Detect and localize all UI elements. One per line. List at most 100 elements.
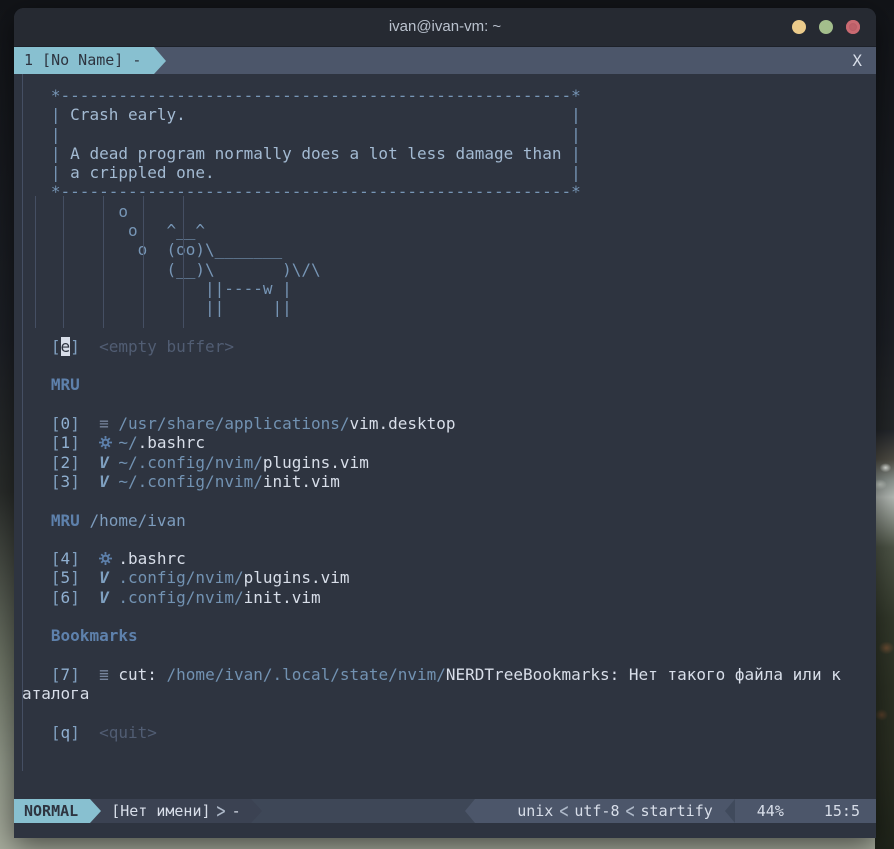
blank — [22, 491, 876, 510]
text-art: | — [51, 163, 61, 182]
chevron-left-icon: < — [553, 794, 574, 829]
text-br: [ — [51, 337, 61, 356]
indent-guide — [183, 196, 184, 328]
entry-0[interactable]: [0] ≡ /usr/share/applications/vim.deskto… — [22, 414, 876, 433]
entry-1[interactable]: [1] ~/.bashrc — [22, 433, 876, 452]
entry-7[interactable]: [7] ≣ cut: /home/ivan/.local/state/nvim/… — [22, 665, 876, 684]
text-br: ] — [70, 453, 80, 472]
text — [80, 665, 99, 684]
modified-flag: - — [232, 802, 241, 820]
text-art: o ^__^ — [128, 221, 205, 240]
text-br: ] — [70, 337, 80, 356]
text — [109, 433, 119, 452]
text — [109, 588, 119, 607]
indent-guide — [22, 74, 23, 771]
entry-4[interactable]: [4] .bashrc — [22, 549, 876, 568]
text — [22, 511, 51, 530]
entry-3[interactable]: [3] V ~/.config/nvim/init.vim — [22, 472, 876, 491]
cow-art-line: o — [22, 202, 876, 221]
text-cursor: e — [61, 337, 71, 356]
maximize-button[interactable] — [819, 20, 833, 34]
powerline-arrow — [725, 799, 735, 823]
text — [22, 260, 167, 279]
text-hdr: MRU — [51, 375, 80, 394]
fortune-box-top: *---------------------------------------… — [22, 86, 876, 105]
text-hdr: MRU — [51, 511, 80, 530]
chevron-left-icon: < — [620, 794, 641, 829]
blank — [22, 704, 876, 723]
text-br: [ — [51, 453, 61, 472]
text-idx: 3 — [61, 472, 71, 491]
text-idx: 5 — [61, 568, 71, 587]
text-fn: vim.desktop — [350, 414, 456, 433]
text-art: | — [51, 144, 61, 163]
minimize-button[interactable] — [792, 20, 806, 34]
cow-art-line: (__)\ )\/\ — [22, 260, 876, 279]
mru-header: MRU — [22, 375, 876, 394]
mru-home-header: MRU /home/ivan — [22, 511, 876, 530]
text — [22, 665, 51, 684]
text-art: ||----w | — [205, 279, 292, 298]
filename-segment: [Нет имени]>- — [101, 799, 250, 823]
text — [22, 105, 51, 124]
text — [109, 665, 119, 684]
text-idx: 1 — [61, 433, 71, 452]
statusline: NORMAL [Нет имени]>- unix<utf-8<startify… — [14, 799, 876, 823]
fortune-line: | a crippled one. | — [22, 163, 876, 182]
tab-1-no-name[interactable]: 1 [No Name] - — [14, 47, 154, 74]
entry-6[interactable]: [6] V .config/nvim/init.vim — [22, 588, 876, 607]
vim-icon: V — [99, 472, 109, 491]
text-hdrpath: /home/ivan — [89, 511, 185, 530]
cow-art-line: || || — [22, 298, 876, 317]
lines-icon: ≣ — [99, 665, 109, 684]
command-line[interactable] — [14, 823, 876, 838]
text — [22, 568, 51, 587]
text-idx: q — [61, 723, 71, 742]
text-dim: <quit> — [99, 723, 157, 742]
tabline-fill — [166, 47, 838, 74]
text-art: *---------------------------------------… — [51, 182, 581, 201]
text-art: | — [571, 163, 581, 182]
tab-close-button[interactable]: X — [838, 47, 876, 74]
fortune-box-bottom: *---------------------------------------… — [22, 182, 876, 201]
window-title: ivan@ivan-vm: ~ — [14, 8, 876, 46]
text — [80, 433, 99, 452]
text-idx: 2 — [61, 453, 71, 472]
text-art: | — [51, 105, 61, 124]
cow-art-line: o (oo)\_______ — [22, 240, 876, 259]
text-art: || || — [205, 298, 292, 317]
text — [186, 105, 571, 124]
text-art: | — [571, 144, 581, 163]
text-br: [ — [51, 723, 61, 742]
titlebar[interactable]: ivan@ivan-vm: ~ — [14, 8, 876, 47]
text — [22, 279, 205, 298]
text-qt: a crippled one. — [61, 163, 215, 182]
text-br: ] — [70, 723, 80, 742]
entry-empty-buffer[interactable]: [e] <empty buffer> — [22, 337, 876, 356]
text-br: ] — [70, 588, 80, 607]
text — [61, 125, 572, 144]
text — [22, 221, 128, 240]
text-idx: 6 — [61, 588, 71, 607]
statusline-filename: [Нет имени] — [111, 802, 210, 820]
text-br: [ — [51, 568, 61, 587]
text-art: | — [51, 125, 61, 144]
indent-guide — [63, 196, 64, 328]
text-br: ] — [70, 472, 80, 491]
entry-7-wrap[interactable]: аталога — [22, 684, 876, 703]
entry-5[interactable]: [5] V .config/nvim/plugins.vim — [22, 568, 876, 587]
entry-quit[interactable]: [q] <quit> — [22, 723, 876, 742]
buffer-lines: *---------------------------------------… — [22, 86, 876, 742]
text — [80, 337, 99, 356]
text-fn: аталога — [22, 684, 89, 703]
powerline-arrow — [251, 799, 262, 823]
text — [109, 472, 119, 491]
text-br: [ — [51, 588, 61, 607]
text — [22, 453, 51, 472]
text-dim: <empty buffer> — [99, 337, 234, 356]
entry-2[interactable]: [2] V ~/.config/nvim/plugins.vim — [22, 453, 876, 472]
close-button[interactable] — [846, 20, 860, 34]
startify-buffer[interactable]: *---------------------------------------… — [14, 74, 876, 799]
fileformat: unix — [517, 802, 553, 820]
text — [109, 414, 119, 433]
